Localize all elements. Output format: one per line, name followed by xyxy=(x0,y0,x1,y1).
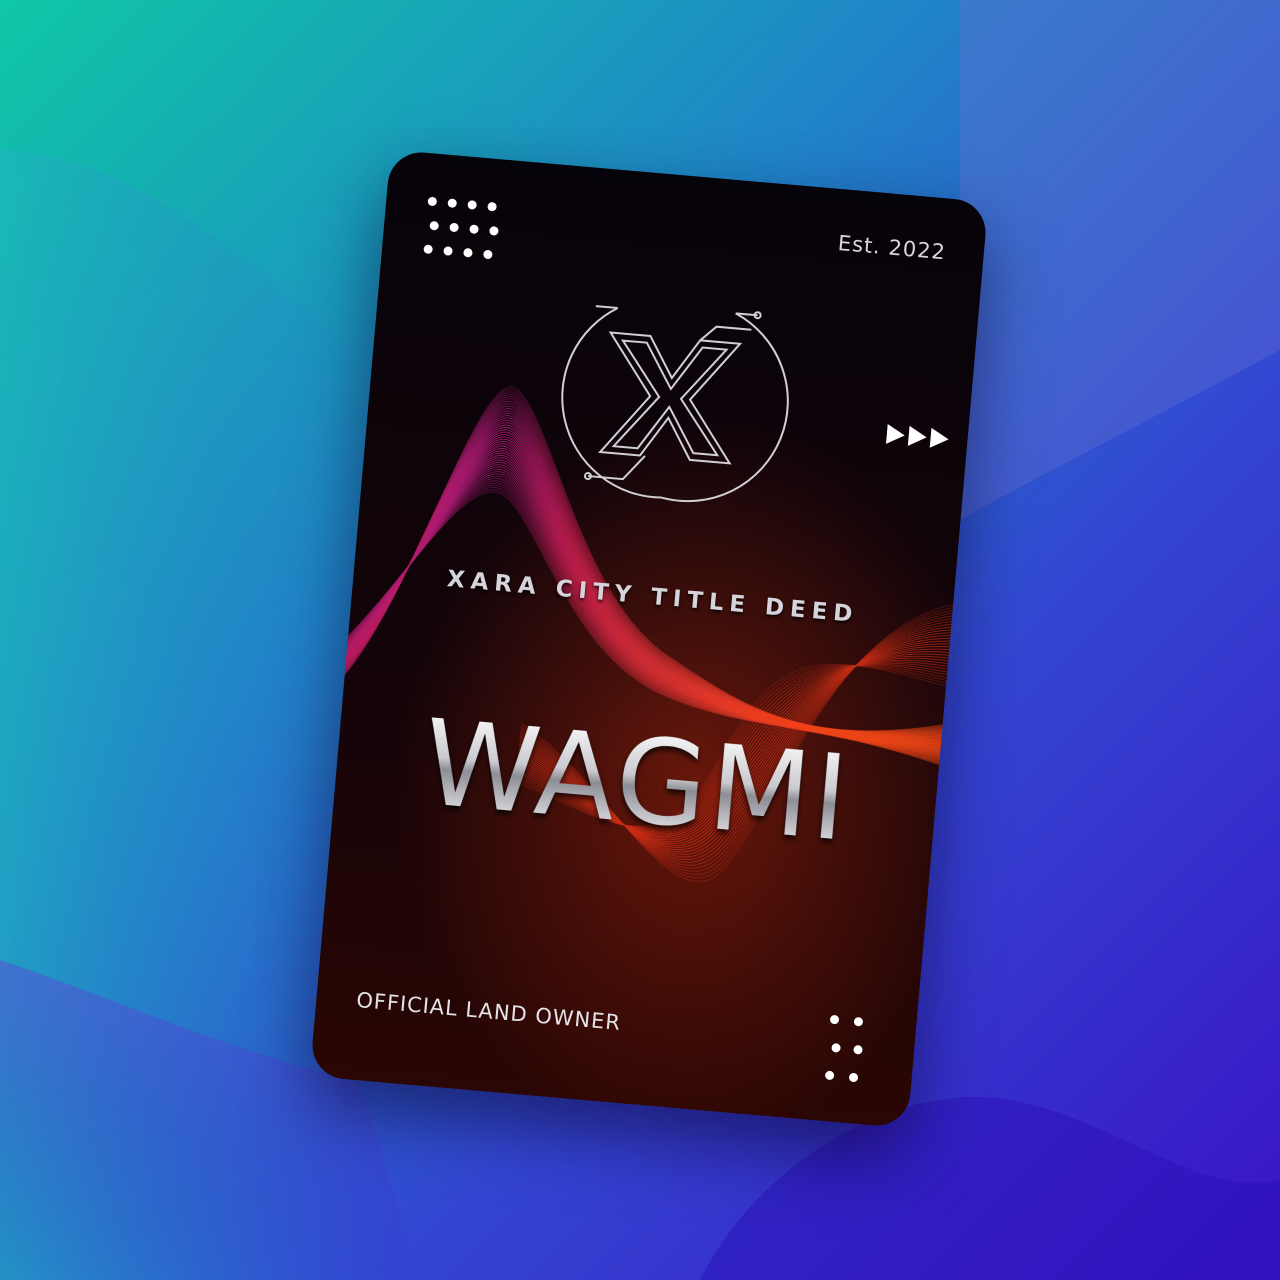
xara-logo-icon xyxy=(561,305,789,503)
dot-grid-icon xyxy=(423,196,499,259)
dot-grid-icon xyxy=(825,1015,863,1082)
title-deed-card: Est. 2022 XARA CITY TITLE DEED WAGMI OFF… xyxy=(309,149,989,1129)
